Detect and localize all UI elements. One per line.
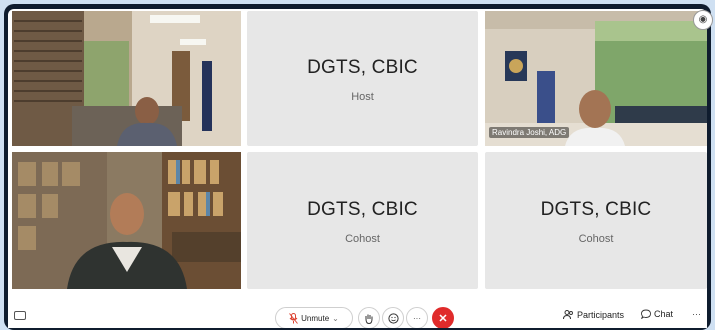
more-icon: ··· — [413, 313, 421, 323]
participant-3-video — [12, 152, 241, 289]
captions-icon[interactable] — [14, 311, 26, 320]
participant-ravindra-video — [485, 11, 707, 146]
video-tile-participant-3[interactable] — [12, 152, 241, 289]
participants-icon — [563, 310, 573, 320]
unmute-button[interactable]: Unmute ⌄ — [275, 307, 353, 328]
video-tile-ravindra-joshi[interactable]: Ravindra Joshi, ADG — [485, 11, 707, 146]
participant-name: DGTS, CBIC — [307, 57, 418, 78]
participant-role: Cohost — [578, 233, 614, 245]
window-corner-button[interactable]: ◉ — [693, 10, 713, 30]
participant-role: Host — [351, 91, 374, 103]
video-tile-participant-1[interactable] — [12, 11, 241, 146]
participant-role: Cohost — [345, 233, 380, 245]
close-icon: ✕ — [438, 312, 448, 325]
participant-name: DGTS, CBIC — [307, 199, 418, 220]
chevron-down-icon[interactable]: ⌄ — [332, 314, 339, 323]
end-call-button[interactable]: ✕ — [432, 307, 454, 328]
participant-1-video — [12, 11, 241, 146]
participants-button[interactable]: Participants — [563, 309, 624, 320]
raise-hand-button[interactable] — [358, 307, 380, 328]
raise-hand-icon — [365, 314, 373, 324]
participant-tile-cohost-2[interactable]: DGTS, CBIC Cohost — [485, 152, 707, 289]
participants-label: Participants — [577, 309, 625, 320]
reactions-icon — [387, 312, 399, 324]
overflow-menu-button[interactable]: ··· — [692, 309, 701, 319]
meeting-toolbar: Unmute ⌄ ··· ✕ Participants Chat ··· — [8, 305, 707, 328]
participant-name: DGTS, CBIC — [540, 199, 652, 220]
reactions-button[interactable] — [382, 307, 404, 328]
more-options-button[interactable]: ··· — [406, 307, 428, 328]
participant-tile-host[interactable]: DGTS, CBIC Host — [247, 11, 478, 146]
participant-tile-cohost-1[interactable]: DGTS, CBIC Cohost — [247, 152, 478, 289]
unmute-label: Unmute — [301, 313, 330, 323]
mic-muted-icon — [289, 312, 299, 324]
chat-label: Chat — [654, 309, 674, 319]
participant-name-tag: Ravindra Joshi, ADG — [489, 127, 570, 138]
meeting-window: DGTS, CBIC Host Ravindra Joshi, ADG DGTS… — [8, 9, 707, 328]
chat-icon — [641, 309, 651, 319]
chat-button[interactable]: Chat — [641, 309, 673, 319]
